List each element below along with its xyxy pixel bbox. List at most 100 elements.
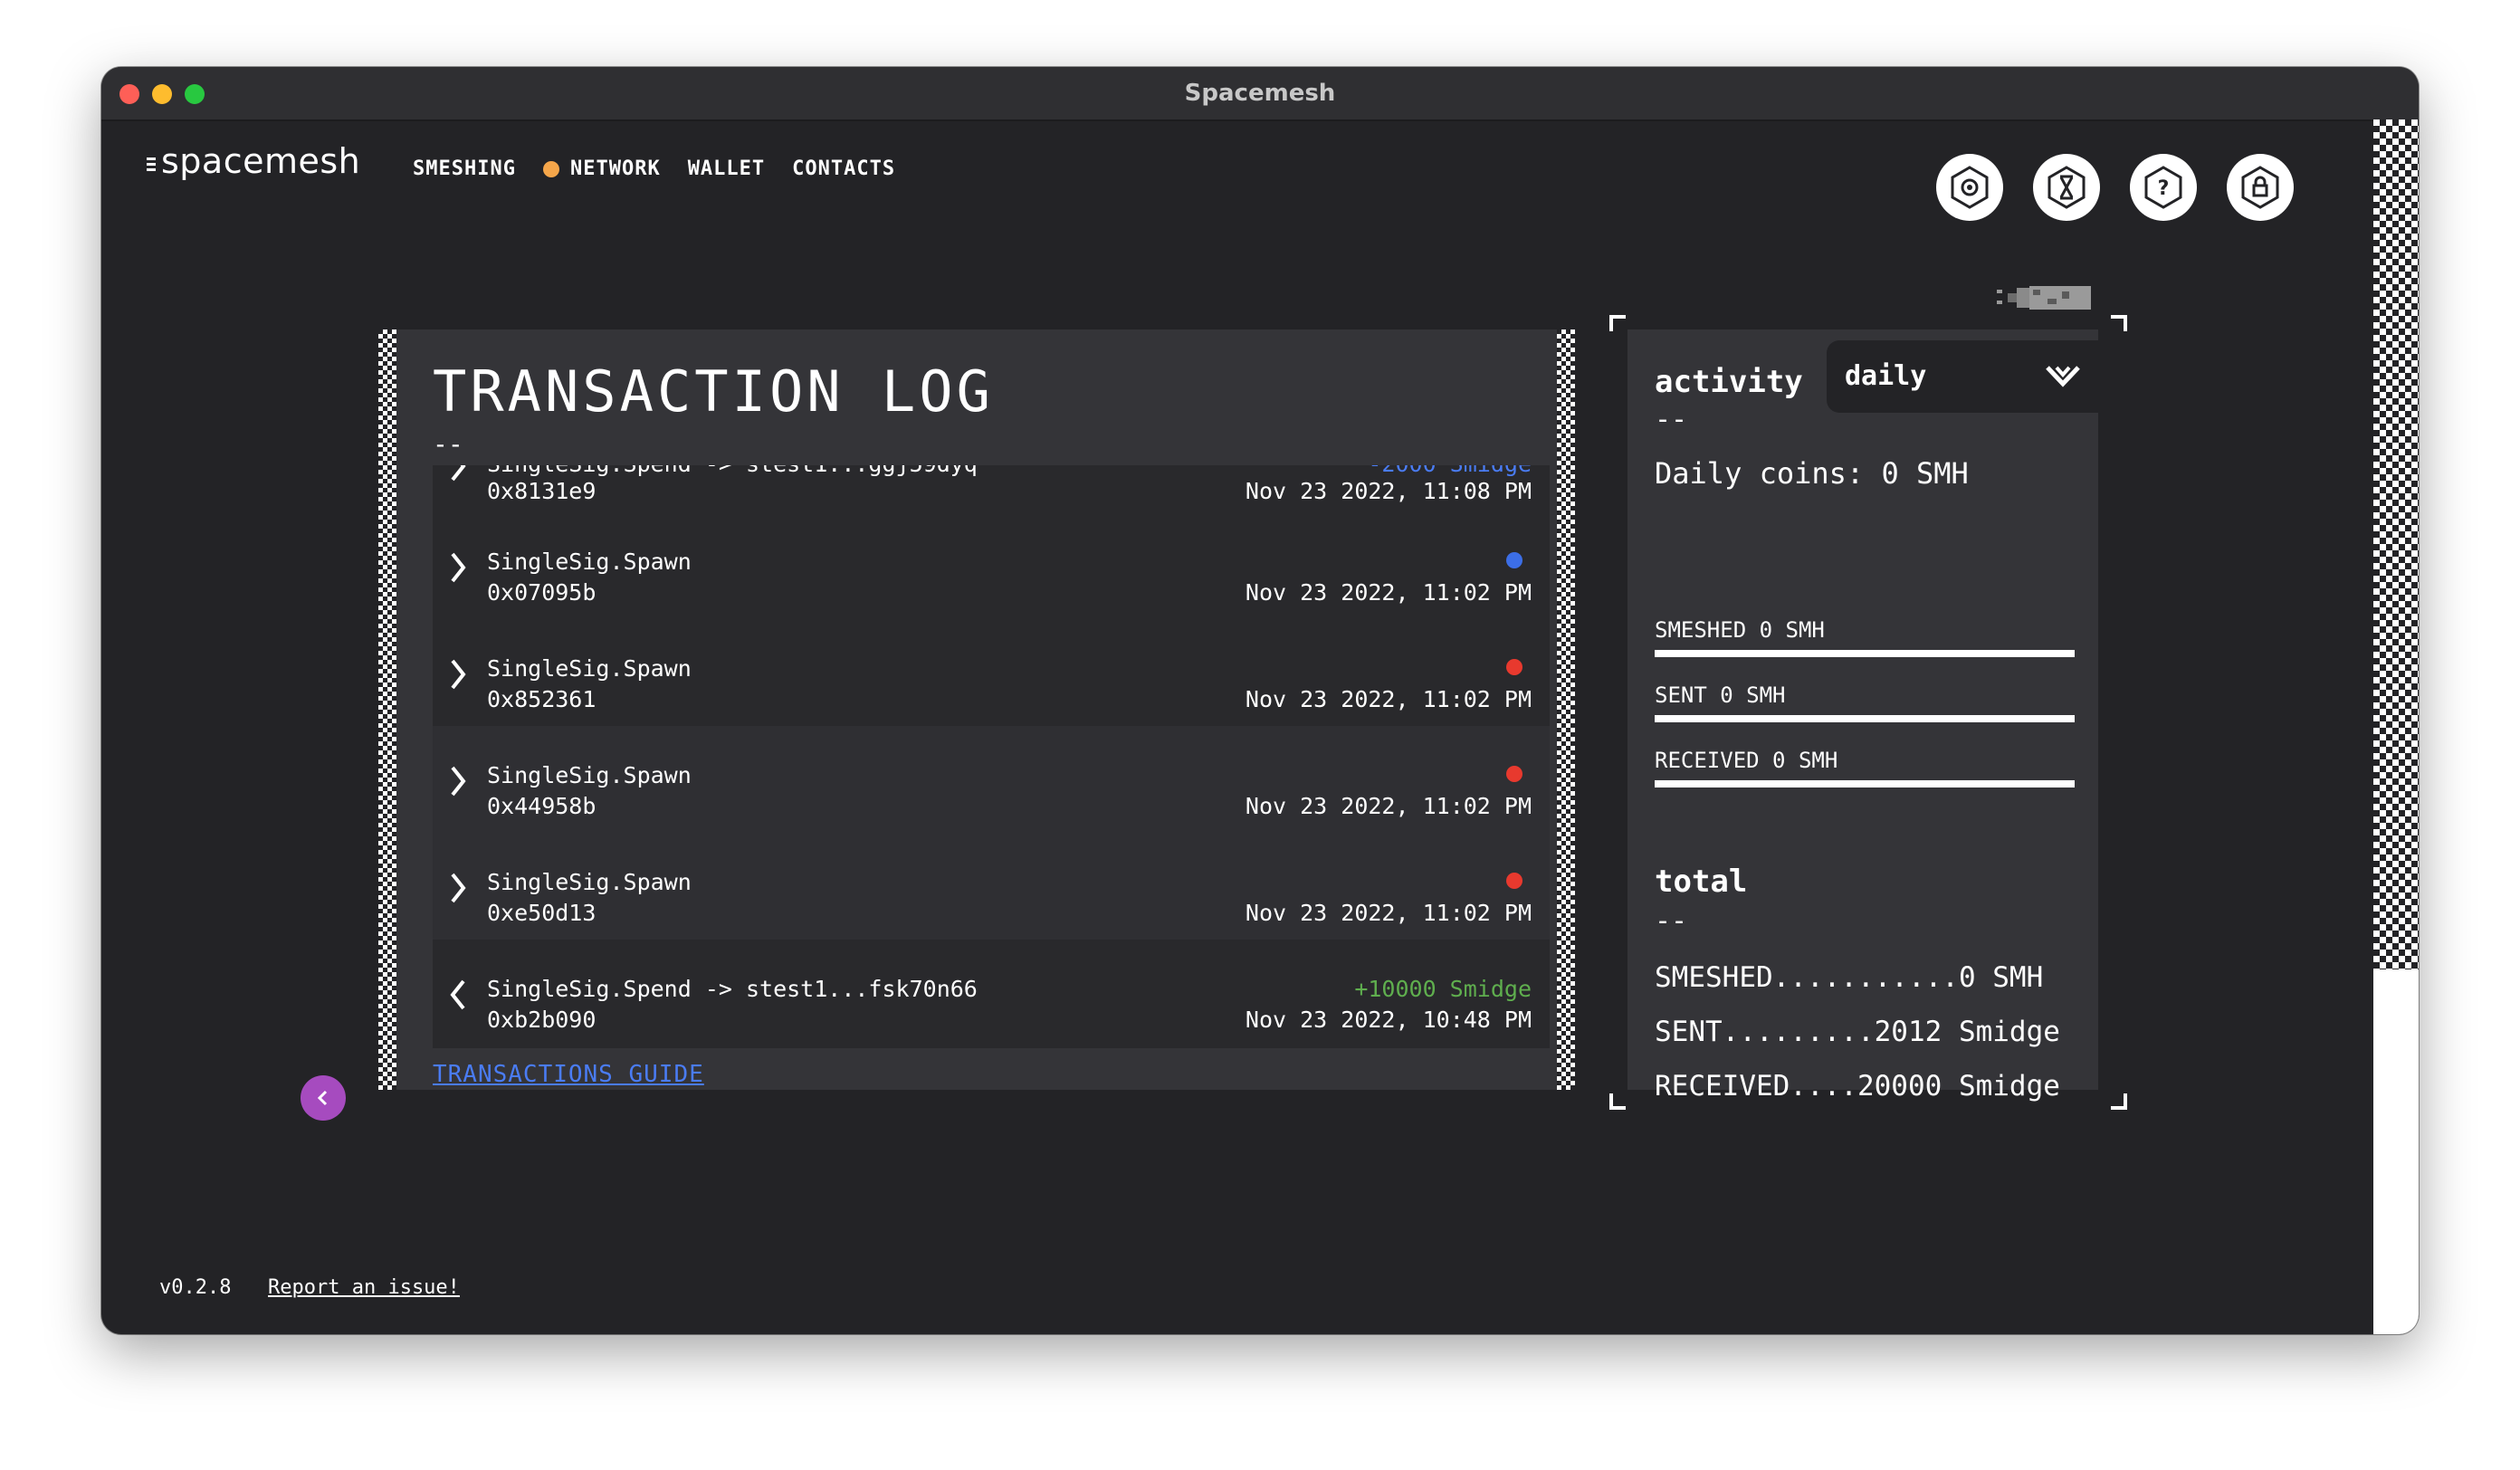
transaction-list[interactable]: SingleSig.Spend -> stest1...ggj59dyq -20… [433,465,1550,1048]
transaction-date: Nov 23 2022, 11:02 PM [1245,793,1532,819]
main-nav: SMESHING NETWORK WALLET CONTACTS [413,158,895,180]
status-dot [1506,873,1522,889]
activity-dash: -- [1655,404,1688,435]
transaction-id: 0xe50d13 [487,900,597,926]
settings-button[interactable] [1936,154,2003,221]
transaction-id: 0xb2b090 [487,1007,597,1033]
received-stat-bar [1655,780,2075,788]
transaction-date: Nov 23 2022, 11:02 PM [1245,579,1532,606]
help-button[interactable]: ? [2130,154,2197,221]
transaction-date: Nov 23 2022, 11:02 PM [1245,900,1532,926]
pixel-decoration-icon [1997,286,2091,310]
transaction-date: Nov 23 2022, 11:02 PM [1245,686,1532,712]
nav-network[interactable]: NETWORK [542,158,661,180]
period-dropdown-value: daily [1845,360,1927,392]
total-sent: SENT.........2012 Smidge [1655,1016,2060,1048]
nav-network-label: NETWORK [569,158,661,180]
chevron-right-icon [449,766,467,797]
transaction-name: SingleSig.Spawn [487,549,692,575]
transaction-row[interactable]: SingleSig.Spawn 0x852361 Nov 23 2022, 11… [433,619,1550,726]
period-dropdown[interactable]: daily [1827,340,2098,413]
transaction-name: SingleSig.Spend -> stest1...ggj59dyq [487,465,978,477]
daily-coins: Daily coins: 0 SMH [1655,456,1969,491]
checker-pattern [2373,119,2419,970]
transaction-name: SingleSig.Spend -> stest1...fsk70n66 [487,976,978,1002]
transaction-row[interactable]: SingleSig.Spawn 0xe50d13 Nov 23 2022, 11… [433,833,1550,940]
settings-icon [1936,154,2003,221]
transaction-name: SingleSig.Spawn [487,762,692,788]
transaction-log-panel: TRANSACTION LOG -- SingleSig.Spend -> st… [378,329,1575,1090]
report-issue-link[interactable]: Report an issue! [268,1276,460,1299]
corner-bracket [1609,315,1626,331]
nav-smeshing-label: SMESHING [413,158,516,180]
lock-button[interactable] [2227,154,2294,221]
chevron-right-icon [449,552,467,583]
window-title: Spacemesh [1184,80,1336,107]
hourglass-button[interactable] [2033,154,2100,221]
help-icon: ? [2130,154,2197,221]
chevron-left-icon [449,979,467,1010]
chevron-down-icon [2046,366,2080,387]
smeshed-stat: SMESHED 0 SMH [1655,617,2075,657]
sent-stat: SENT 0 SMH [1655,682,2075,722]
hourglass-icon [2033,154,2100,221]
status-dot [1506,766,1522,782]
chevron-right-icon [449,659,467,690]
transaction-id: 0x44958b [487,793,597,819]
total-received: RECEIVED....20000 Smidge [1655,1070,2060,1102]
transactions-guide-link[interactable]: TRANSACTIONS GUIDE [433,1061,704,1088]
corner-bracket [2111,315,2127,331]
transaction-date: Nov 23 2022, 11:08 PM [1245,478,1532,504]
title-bar: Spacemesh [101,67,2419,121]
activity-panel: activity daily -- Daily coins: 0 SMH SME… [1628,329,2098,1102]
transaction-amount: +10000 Smidge [1354,976,1532,1002]
chevron-right-icon [449,465,467,482]
decorative-checker-strip [2373,119,2419,1334]
lock-icon [2227,154,2294,221]
smeshed-stat-bar [1655,650,2075,657]
sent-stat-label: SENT 0 SMH [1655,682,1786,708]
checker-border-right [1557,329,1575,1090]
activity-title: activity [1655,364,1803,400]
total-title: total [1655,864,1748,900]
total-smeshed: SMESHED...........0 SMH [1655,961,2044,994]
received-stat-label: RECEIVED 0 SMH [1655,748,1838,773]
nav-contacts[interactable]: CONTACTS [792,158,895,180]
app-window: Spacemesh spacemesh SMESHING NETWORK WAL… [101,67,2419,1334]
corner-bracket [1609,1093,1626,1110]
chevron-right-icon [449,873,467,903]
corner-bracket [2111,1093,2127,1110]
transaction-date: Nov 23 2022, 10:48 PM [1245,1007,1532,1033]
status-dot [1506,659,1522,675]
checker-border-left [378,329,396,1090]
network-status-dot [542,160,559,177]
transaction-amount: -2000 Smidge [1368,465,1532,477]
logo-mark-icon [147,157,156,171]
nav-wallet[interactable]: WALLET [688,158,765,180]
logo-text: spacemesh [161,141,361,181]
svg-text:?: ? [2158,177,2170,200]
header-icon-buttons: ? [1936,154,2294,221]
transaction-name: SingleSig.Spawn [487,655,692,682]
transaction-id: 0x852361 [487,686,597,712]
nav-contacts-label: CONTACTS [792,158,896,180]
transaction-row[interactable]: SingleSig.Spend -> stest1...ggj59dyq -20… [433,465,1550,512]
app-version: v0.2.8 [159,1276,232,1299]
sent-stat-bar [1655,715,2075,722]
transaction-name: SingleSig.Spawn [487,869,692,895]
transaction-row[interactable]: SingleSig.Spend -> stest1...fsk70n66 +10… [433,940,1550,1046]
total-dash: -- [1655,905,1688,937]
status-dot [1506,552,1522,568]
smeshed-stat-label: SMESHED 0 SMH [1655,617,1825,643]
nav-wallet-label: WALLET [687,158,766,180]
received-stat: RECEIVED 0 SMH [1655,748,2075,788]
chevron-left-icon [317,1090,328,1106]
transaction-log-title: TRANSACTION LOG [433,358,994,425]
back-button[interactable] [301,1075,346,1121]
transaction-row[interactable]: SingleSig.Spawn 0x07095b Nov 23 2022, 11… [433,512,1550,619]
transaction-id: 0x07095b [487,579,597,606]
transaction-id: 0x8131e9 [487,478,597,504]
transaction-row[interactable]: SingleSig.Spawn 0x44958b Nov 23 2022, 11… [433,726,1550,833]
nav-smeshing[interactable]: SMESHING [413,158,516,180]
spacemesh-logo[interactable]: spacemesh [147,141,360,181]
